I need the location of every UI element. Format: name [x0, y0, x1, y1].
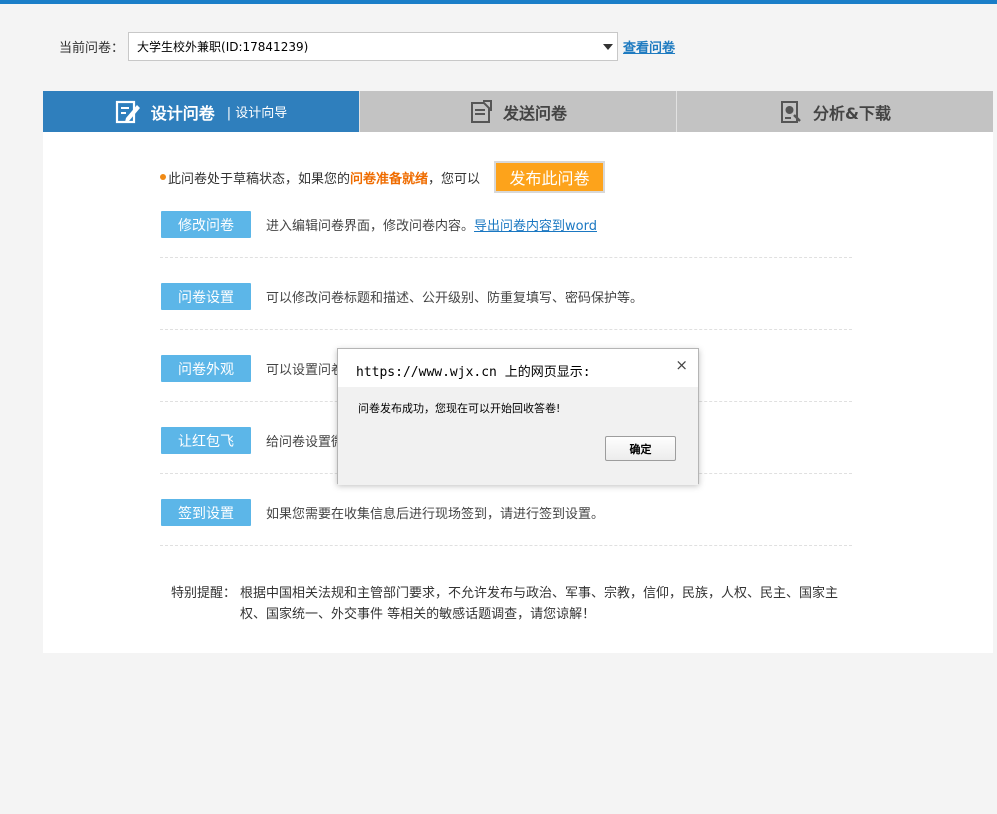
current-survey-label: 当前问卷： [59, 41, 125, 56]
draft-status-row: 此问卷处于草稿状态，如果您的 问卷准备就绪 ，您可以 发布此问卷 [160, 161, 606, 193]
notice-label: 特别提醒： [171, 586, 237, 601]
status-suffix: ，您可以 [428, 171, 481, 187]
checkin-settings-button[interactable]: 签到设置 [161, 499, 251, 526]
divider [160, 257, 852, 258]
tab-send-label: 发送问卷 [502, 103, 567, 123]
status-dot-icon [160, 174, 166, 180]
action-row-settings: 问卷设置 可以修改问卷标题和描述、公开级别、防重复填写、密码保护等。 [161, 283, 643, 310]
dropdown-arrow-icon [603, 44, 614, 50]
red-packet-button[interactable]: 让红包飞 [161, 427, 251, 454]
survey-appearance-desc: 可以设置问卷 [266, 363, 345, 378]
status-prefix: 此问卷处于草稿状态，如果您的 [168, 171, 351, 187]
tab-design-survey[interactable]: 设计问卷 | 设计向导 [43, 91, 359, 140]
special-notice: 特别提醒： 根据中国相关法规和主管部门要求，不允许发布与政治、军事、宗教，信仰，… [171, 583, 851, 625]
divider [160, 329, 852, 330]
action-row-edit: 修改问卷 进入编辑问卷界面，修改问卷内容。 导出问卷内容到word [161, 211, 597, 238]
survey-selector-row: 当前问卷： 大学生校外兼职(ID:17841239) 查看问卷 [59, 32, 675, 61]
tab-design-label: 设计问卷 [150, 103, 215, 123]
view-survey-link[interactable]: 查看问卷 [623, 37, 675, 56]
tab-send-survey[interactable]: 发送问卷 [359, 91, 676, 132]
dialog-message: 问卷发布成功，您现在可以开始回收答卷! [358, 402, 561, 415]
tab-analysis-label: 分析&下载 [813, 103, 891, 123]
main-tabs: 设计问卷 | 设计向导 发送问卷 分析&下载 [43, 91, 993, 140]
divider [160, 545, 852, 546]
survey-select-value: 大学生校外兼职(ID:17841239) [137, 40, 309, 54]
action-row-appearance: 问卷外观 可以设置问卷 [161, 355, 344, 382]
action-row-checkin: 签到设置 如果您需要在收集信息后进行现场签到，请进行签到设置。 [161, 499, 604, 526]
dialog-ok-button[interactable]: 确定 [605, 436, 676, 461]
dialog-header: https://www.wjx.cn 上的网页显示: × [338, 349, 698, 387]
alert-dialog: https://www.wjx.cn 上的网页显示: × 问卷发布成功，您现在可… [337, 348, 699, 485]
send-survey-icon [469, 99, 493, 125]
survey-appearance-button[interactable]: 问卷外观 [161, 355, 251, 382]
edit-survey-button[interactable]: 修改问卷 [161, 211, 251, 238]
dialog-title: https://www.wjx.cn 上的网页显示: [356, 365, 591, 380]
tab-analysis-download[interactable]: 分析&下载 [676, 91, 993, 132]
top-accent-bar [0, 0, 997, 4]
notice-text: 根据中国相关法规和主管部门要求，不允许发布与政治、军事、宗教，信仰，民族，人权、… [240, 586, 839, 622]
dialog-body: 问卷发布成功，您现在可以开始回收答卷! 确定 [338, 387, 698, 485]
publish-survey-button[interactable]: 发布此问卷 [494, 161, 606, 193]
close-icon[interactable]: × [675, 356, 688, 374]
edit-survey-desc: 进入编辑问卷界面，修改问卷内容。 [266, 219, 475, 234]
status-highlight: 问卷准备就绪 [350, 171, 429, 187]
analysis-download-icon [779, 99, 803, 125]
tab-design-sub-label: | 设计向导 [226, 106, 288, 121]
export-word-link[interactable]: 导出问卷内容到word [474, 215, 597, 234]
red-packet-desc: 给问卷设置微 [266, 435, 345, 450]
checkin-settings-desc: 如果您需要在收集信息后进行现场签到，请进行签到设置。 [266, 507, 605, 522]
edit-survey-icon [115, 99, 141, 125]
survey-select[interactable]: 大学生校外兼职(ID:17841239) [128, 32, 619, 61]
survey-settings-button[interactable]: 问卷设置 [161, 283, 251, 310]
action-row-red-packet: 让红包飞 给问卷设置微 [161, 427, 344, 454]
survey-settings-desc: 可以修改问卷标题和描述、公开级别、防重复填写、密码保护等。 [266, 291, 644, 306]
